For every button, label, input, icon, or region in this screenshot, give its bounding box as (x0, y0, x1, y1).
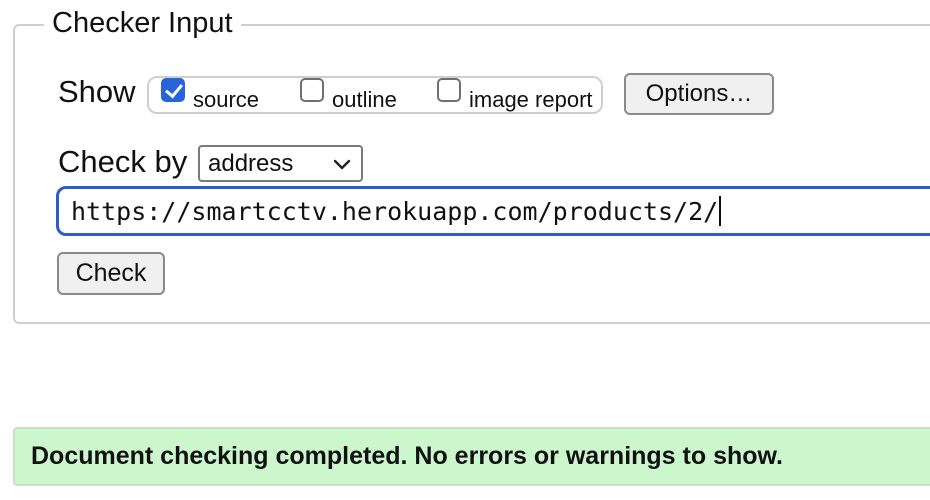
source-checkbox[interactable] (161, 78, 185, 102)
url-text: https://smartcctv.herokuapp.com/products… (71, 197, 719, 226)
outline-checkbox[interactable] (300, 78, 324, 102)
show-source-option[interactable]: source (161, 78, 259, 114)
outline-checkbox-label: outline (332, 87, 397, 112)
check-button[interactable]: Check (57, 252, 165, 295)
source-checkbox-label: source (193, 87, 260, 112)
checker-input-legend: Checker Input (44, 5, 241, 41)
options-button[interactable]: Options… (624, 73, 774, 115)
check-by-select[interactable]: address (198, 145, 363, 182)
check-by-label: Check by (58, 144, 188, 179)
chevron-down-icon (333, 158, 351, 176)
show-outline-option[interactable]: outline (300, 78, 397, 114)
show-image-report-option[interactable]: image report (437, 78, 593, 114)
image-report-checkbox[interactable] (437, 78, 461, 102)
text-caret (719, 196, 722, 226)
url-input-value: https://smartcctv.herokuapp.com/products… (71, 196, 722, 228)
show-label: Show (58, 74, 136, 109)
status-message: Document checking completed. No errors o… (31, 442, 783, 470)
check-by-selected-value: address (208, 150, 294, 177)
image-report-checkbox-label: image report (469, 87, 593, 112)
show-options-group: source outline image report (147, 76, 603, 114)
status-message-box: Document checking completed. No errors o… (13, 427, 930, 486)
url-input[interactable]: https://smartcctv.herokuapp.com/products… (56, 186, 930, 236)
